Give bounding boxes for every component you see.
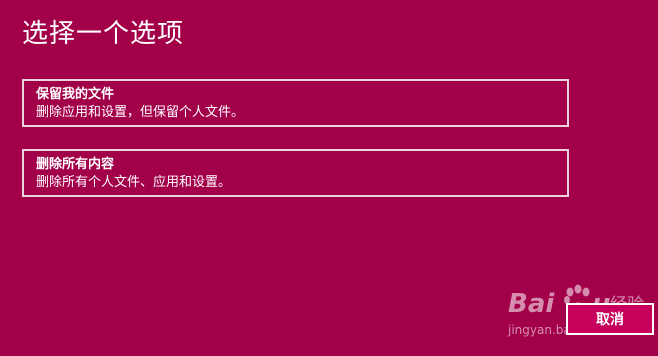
option-description: 删除应用和设置，但保留个人文件。 bbox=[36, 105, 245, 120]
option-title: 删除所有内容 bbox=[36, 157, 115, 172]
remove-everything-option[interactable]: 删除所有内容 删除所有个人文件、应用和设置。 bbox=[22, 149, 569, 197]
option-title: 保留我的文件 bbox=[36, 87, 115, 102]
option-description: 删除所有个人文件、应用和设置。 bbox=[36, 175, 232, 190]
keep-my-files-option[interactable]: 保留我的文件 删除应用和设置，但保留个人文件。 bbox=[22, 79, 569, 127]
cancel-button[interactable]: 取消 bbox=[566, 303, 654, 335]
svg-text:Bai: Bai bbox=[508, 289, 555, 319]
page-title: 选择一个选项 bbox=[22, 19, 185, 49]
